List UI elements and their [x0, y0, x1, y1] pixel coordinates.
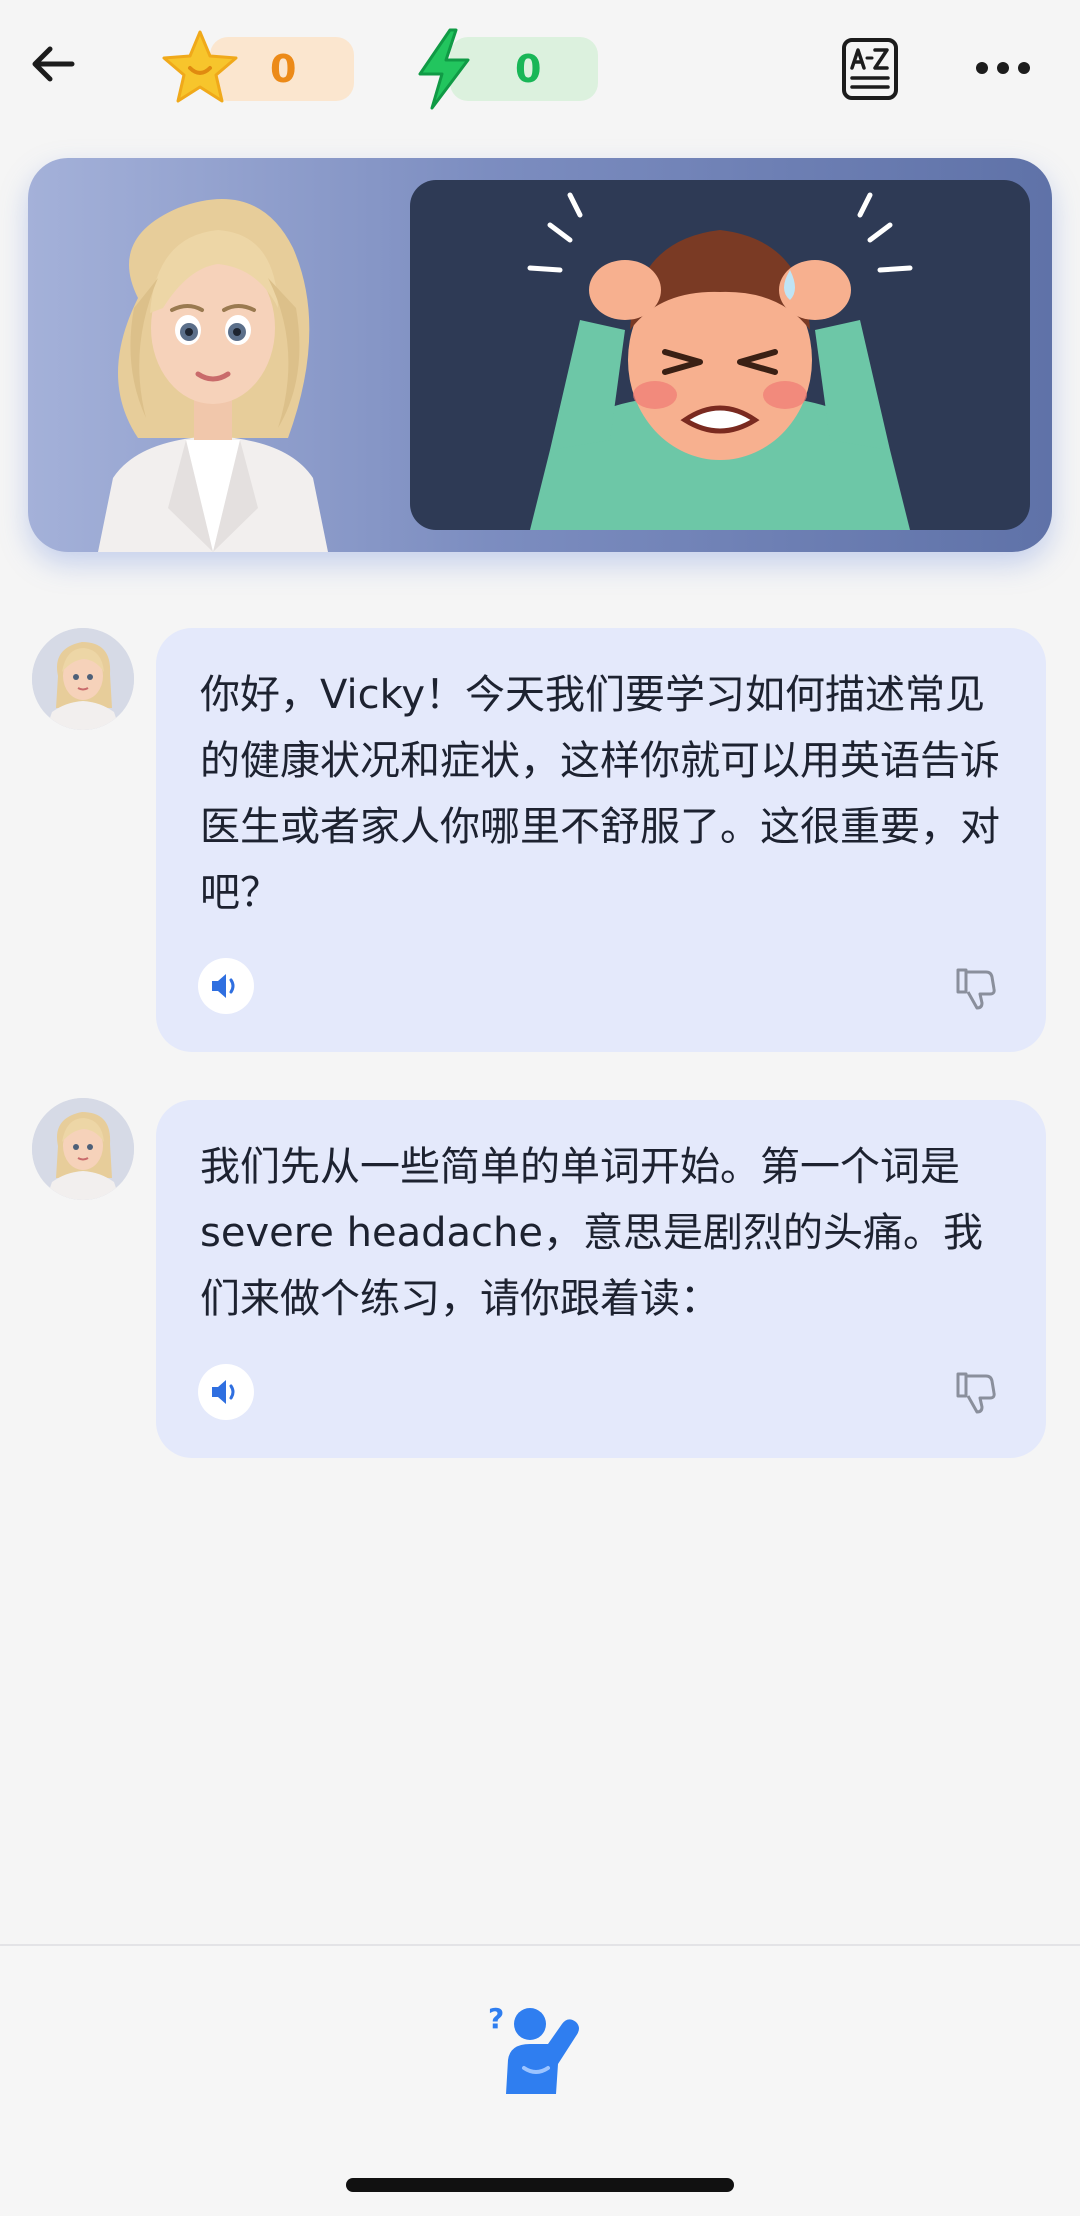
tutor-avatar-illustration — [98, 199, 328, 552]
lesson-hero-banner — [28, 158, 1052, 552]
ask-question-icon: ? — [488, 2002, 579, 2094]
message-text: 我们先从一些简单的单词开始。第一个词是severe headache，意思是剧烈… — [200, 1144, 983, 1322]
more-button[interactable] — [972, 48, 1034, 88]
bottom-bar: ? — [0, 1944, 1080, 2216]
speaker-icon — [212, 1380, 235, 1404]
top-bar: 0 0 — [0, 0, 1080, 140]
dislike-button[interactable] — [950, 1366, 1000, 1416]
star-icon — [162, 30, 238, 103]
headache-scene-panel — [410, 180, 1030, 530]
play-audio-button[interactable] — [198, 958, 254, 1014]
ask-question-button[interactable]: ? — [484, 1998, 596, 2098]
more-horizontal-icon — [976, 62, 1030, 74]
thumbs-down-icon — [956, 968, 996, 1010]
stars-count: 0 — [270, 47, 297, 91]
tutor-avatar-image — [32, 1098, 134, 1200]
vocabulary-button[interactable] — [840, 36, 900, 102]
energy-count: 0 — [515, 47, 542, 91]
home-indicator — [346, 2178, 734, 2192]
dislike-button[interactable] — [950, 962, 1000, 1012]
lightning-bolt-icon — [418, 28, 470, 110]
headache-boy-illustration — [527, 192, 913, 530]
message-bubble: 你好，Vicky！今天我们要学习如何描述常见的健康状况和症状，这样你就可以用英语… — [156, 628, 1046, 1052]
svg-text:?: ? — [488, 2002, 504, 2035]
back-button[interactable] — [24, 34, 84, 94]
thumbs-down-icon — [956, 1372, 996, 1414]
arrow-left-icon — [32, 46, 75, 82]
tutor-avatar — [32, 1098, 134, 1200]
tutor-avatar-image — [32, 628, 134, 730]
a-z-dictionary-icon — [842, 38, 898, 100]
message-text: 你好，Vicky！今天我们要学习如何描述常见的健康状况和症状，这样你就可以用英语… — [200, 672, 1000, 916]
play-audio-button[interactable] — [198, 1364, 254, 1420]
tutor-avatar — [32, 628, 134, 730]
speaker-icon — [212, 974, 235, 998]
message-bubble: 我们先从一些简单的单词开始。第一个词是severe headache，意思是剧烈… — [156, 1100, 1046, 1458]
